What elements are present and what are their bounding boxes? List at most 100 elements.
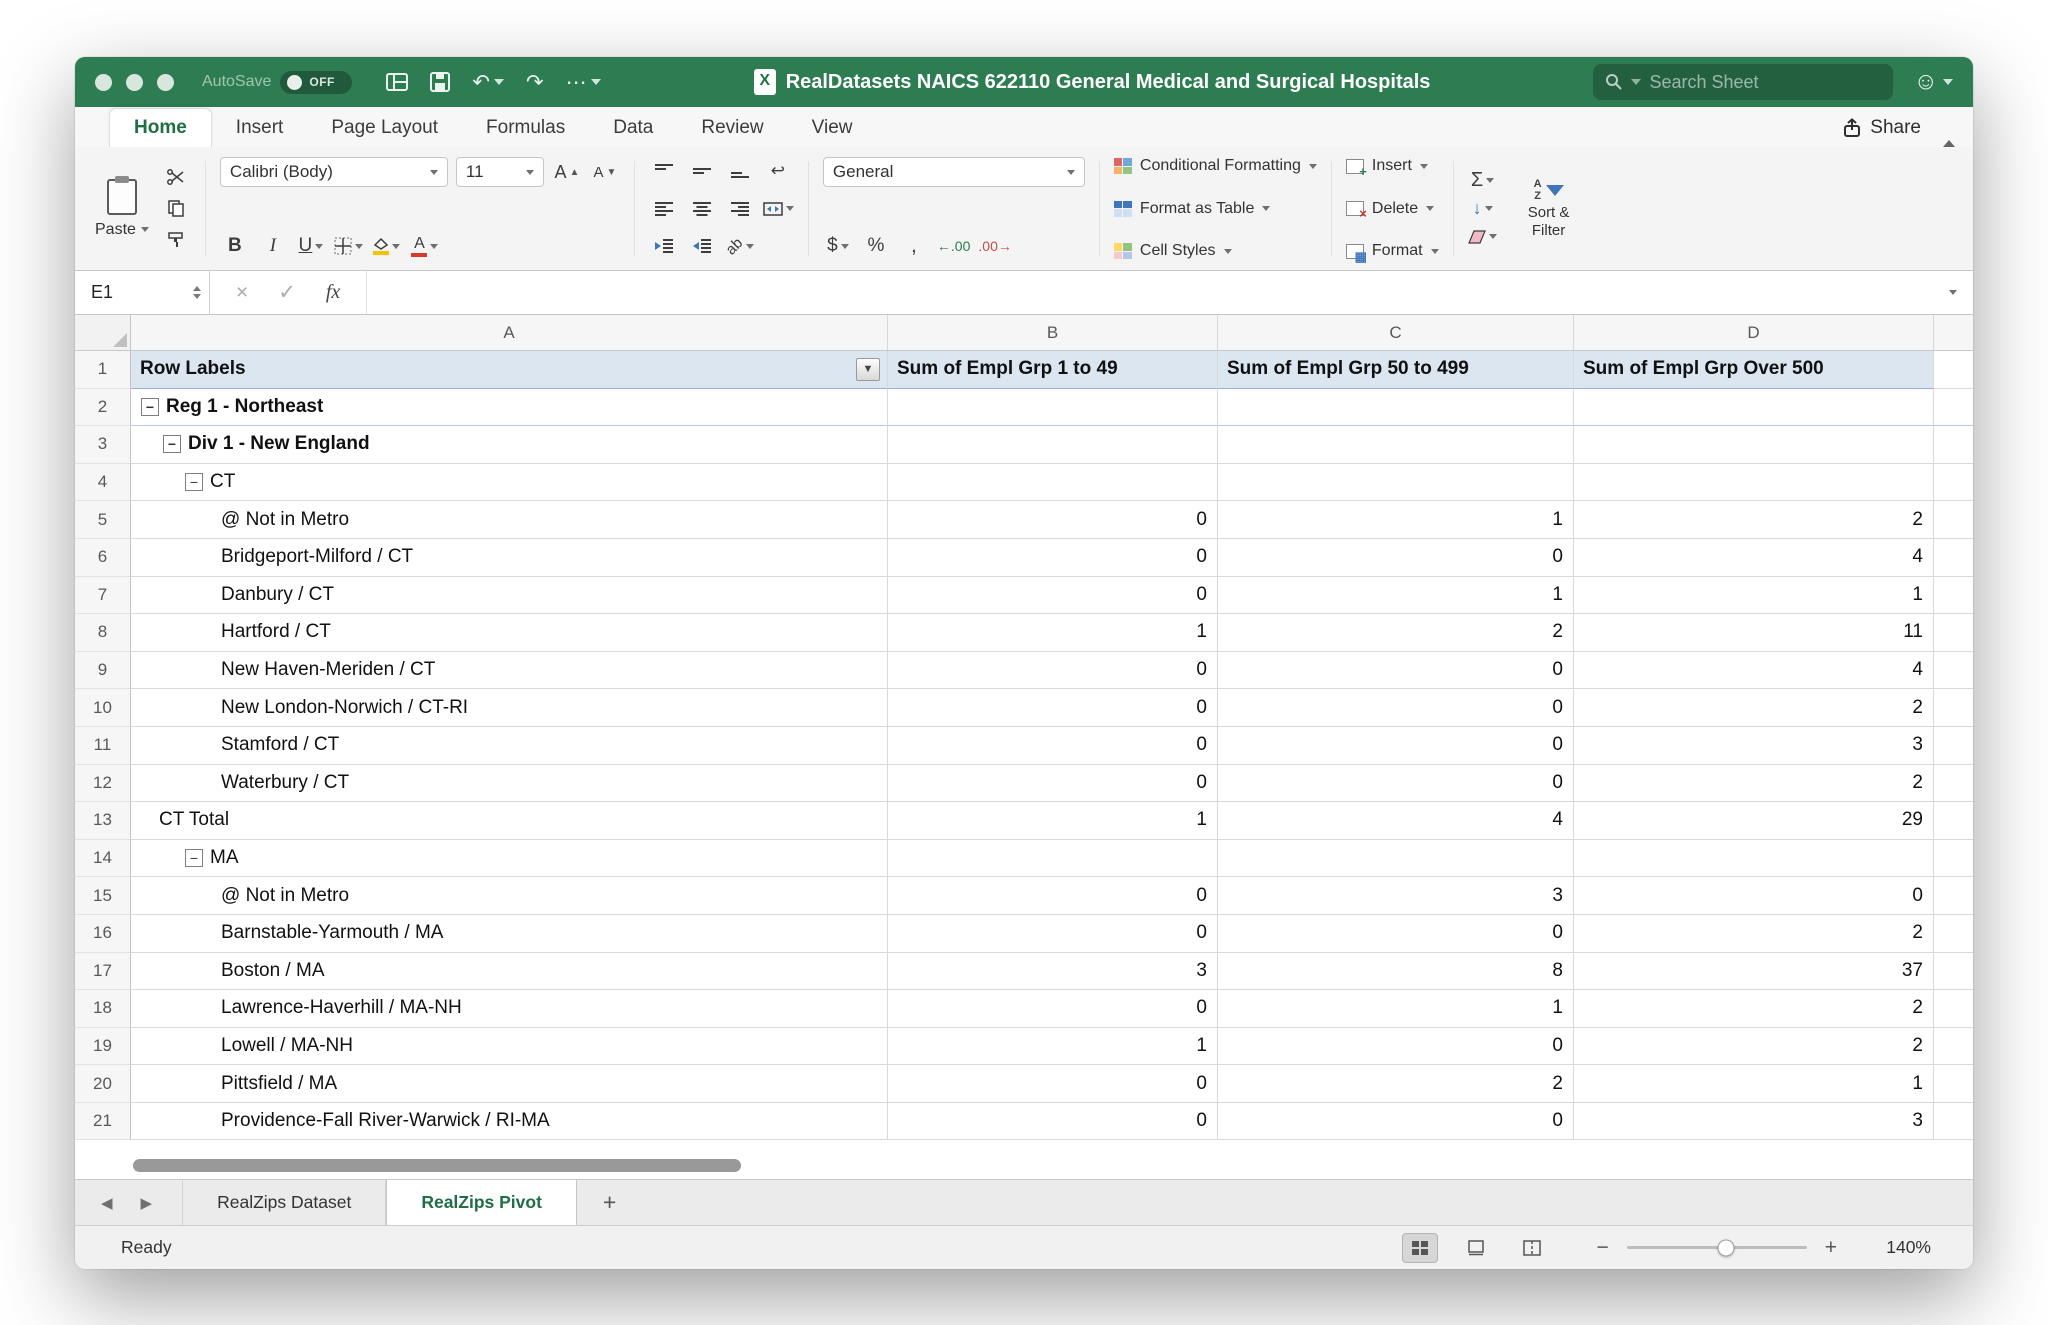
row-number-10[interactable]: 10 (75, 689, 131, 727)
collapse-button[interactable]: − (163, 435, 181, 453)
add-sheet-button[interactable]: + (577, 1180, 642, 1225)
cell-b16[interactable]: 0 (888, 915, 1218, 953)
cell-b12[interactable]: 0 (888, 765, 1218, 803)
tab-formulas[interactable]: Formulas (462, 109, 589, 147)
zoom-out-icon[interactable]: − (1596, 1237, 1608, 1258)
tab-insert[interactable]: Insert (212, 109, 308, 147)
cell-c6[interactable]: 0 (1218, 539, 1574, 577)
cell-c19[interactable]: 0 (1218, 1028, 1574, 1066)
cell-e21[interactable] (1934, 1103, 1973, 1141)
cell-b19[interactable]: 1 (888, 1028, 1218, 1066)
cell-c4[interactable] (1218, 464, 1574, 502)
cell-b8[interactable]: 1 (888, 614, 1218, 652)
cell-d15[interactable]: 0 (1574, 877, 1934, 915)
cell-b1[interactable]: Sum of Empl Grp 1 to 49 (888, 351, 1218, 389)
cell-c9[interactable]: 0 (1218, 652, 1574, 690)
autosum-button[interactable]: Σ (1468, 167, 1498, 195)
cell-b13[interactable]: 1 (888, 802, 1218, 840)
previous-sheet-icon[interactable]: ◀ (101, 1194, 113, 1212)
undo-button[interactable]: ↶ (472, 72, 504, 93)
cell-e19[interactable] (1934, 1028, 1973, 1066)
cell-a18[interactable]: Lawrence-Haverhill / MA-NH (131, 990, 888, 1028)
cell-e10[interactable] (1934, 689, 1973, 727)
page-layout-view-button[interactable] (1458, 1233, 1494, 1263)
cell-d4[interactable] (1574, 464, 1934, 502)
autosave-toggle[interactable]: AutoSave OFF (202, 71, 352, 94)
zoom-in-icon[interactable]: + (1825, 1237, 1837, 1258)
name-box[interactable]: E1 (75, 271, 210, 314)
cell-a14[interactable]: −MA (131, 840, 888, 878)
cell-a15[interactable]: @ Not in Metro (131, 877, 888, 915)
horizontal-scrollbar[interactable] (133, 1159, 741, 1172)
cell-d11[interactable]: 3 (1574, 727, 1934, 765)
column-header-e[interactable] (1934, 315, 1973, 350)
cell-a16[interactable]: Barnstable-Yarmouth / MA (131, 915, 888, 953)
cell-a8[interactable]: Hartford / CT (131, 614, 888, 652)
cell-a3[interactable]: −Div 1 - New England (131, 426, 888, 464)
workbook-icon[interactable] (386, 73, 408, 91)
cell-d8[interactable]: 11 (1574, 614, 1934, 652)
format-as-table-button[interactable]: Format as Table (1114, 200, 1317, 218)
cell-c18[interactable]: 1 (1218, 990, 1574, 1028)
cell-b4[interactable] (888, 464, 1218, 502)
cell-d10[interactable]: 2 (1574, 689, 1934, 727)
conditional-formatting-button[interactable]: Conditional Formatting (1114, 157, 1317, 175)
clear-button[interactable] (1468, 223, 1498, 251)
autosave-switch[interactable]: OFF (280, 71, 352, 94)
format-painter-button[interactable] (161, 227, 191, 255)
cell-b2[interactable] (888, 389, 1218, 427)
collapse-ribbon-icon[interactable] (1943, 140, 1955, 147)
cell-d3[interactable] (1574, 426, 1934, 464)
cell-d20[interactable]: 1 (1574, 1065, 1934, 1103)
cell-a6[interactable]: Bridgeport-Milford / CT (131, 539, 888, 577)
cell-d21[interactable]: 3 (1574, 1103, 1934, 1141)
cell-b10[interactable]: 0 (888, 689, 1218, 727)
cell-b18[interactable]: 0 (888, 990, 1218, 1028)
cell-c15[interactable]: 3 (1218, 877, 1574, 915)
cell-e9[interactable] (1934, 652, 1973, 690)
sheet-tab-realzips-pivot[interactable]: RealZips Pivot (386, 1180, 577, 1225)
cell-e4[interactable] (1934, 464, 1973, 502)
cell-b6[interactable]: 0 (888, 539, 1218, 577)
cell-a2[interactable]: −Reg 1 - Northeast (131, 389, 888, 427)
row-number-11[interactable]: 11 (75, 727, 131, 765)
decrease-decimal-button[interactable]: .00→ (978, 232, 1011, 260)
cell-e20[interactable] (1934, 1065, 1973, 1103)
cell-c3[interactable] (1218, 426, 1574, 464)
cell-d19[interactable]: 2 (1574, 1028, 1934, 1066)
redo-button[interactable]: ↷ (526, 72, 544, 93)
select-all-corner[interactable] (75, 315, 131, 350)
cell-a7[interactable]: Danbury / CT (131, 577, 888, 615)
align-bottom-button[interactable] (725, 157, 755, 185)
cell-c10[interactable]: 0 (1218, 689, 1574, 727)
cell-d5[interactable]: 2 (1574, 501, 1934, 539)
cell-c11[interactable]: 0 (1218, 727, 1574, 765)
font-color-button[interactable]: A (410, 232, 440, 260)
collapse-button[interactable]: − (141, 398, 159, 416)
formula-input[interactable] (367, 271, 1949, 314)
row-number-19[interactable]: 19 (75, 1028, 131, 1066)
row-number-12[interactable]: 12 (75, 765, 131, 803)
cell-d16[interactable]: 2 (1574, 915, 1934, 953)
zoom-window-button[interactable] (157, 74, 174, 91)
font-family-select[interactable]: Calibri (Body) (220, 157, 448, 187)
row-number-7[interactable]: 7 (75, 577, 131, 615)
align-left-button[interactable] (649, 195, 679, 223)
cell-b17[interactable]: 3 (888, 953, 1218, 991)
normal-view-button[interactable] (1402, 1233, 1438, 1263)
column-header-c[interactable]: C (1218, 315, 1574, 350)
cell-c17[interactable]: 8 (1218, 953, 1574, 991)
cell-b7[interactable]: 0 (888, 577, 1218, 615)
paste-button[interactable]: Paste (95, 179, 149, 239)
align-center-button[interactable] (687, 195, 717, 223)
cell-a12[interactable]: Waterbury / CT (131, 765, 888, 803)
cell-e1[interactable] (1934, 351, 1973, 389)
cell-e8[interactable] (1934, 614, 1973, 652)
cell-a21[interactable]: Providence-Fall River-Warwick / RI-MA (131, 1103, 888, 1141)
row-number-2[interactable]: 2 (75, 389, 131, 427)
cell-e11[interactable] (1934, 727, 1973, 765)
decrease-indent-button[interactable] (649, 232, 679, 260)
cell-e3[interactable] (1934, 426, 1973, 464)
cell-d14[interactable] (1574, 840, 1934, 878)
collapse-button[interactable]: − (185, 473, 203, 491)
